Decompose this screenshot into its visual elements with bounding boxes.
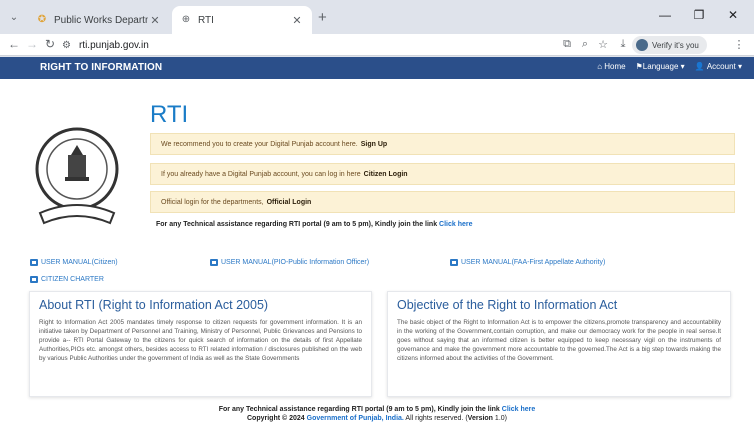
page-title: RTI xyxy=(150,101,189,128)
tab-close-icon[interactable]: ✕ xyxy=(290,14,304,27)
citizen-charter-link[interactable]: CITIZEN CHARTER xyxy=(30,276,104,283)
browser-menu-icon[interactable]: ⋮ xyxy=(732,38,746,51)
notice-text: We recommend you to create your Digital … xyxy=(161,140,358,148)
signup-link[interactable]: Sign Up xyxy=(361,141,387,148)
site-brand[interactable]: RIGHT TO INFORMATION xyxy=(40,62,162,73)
manual-label: USER MANUAL(Citizen) xyxy=(41,259,118,266)
browser-tab-pwd[interactable]: ✪ Public Works Department, Pun ✕ xyxy=(28,6,170,34)
manual-citizen-link[interactable]: USER MANUAL(Citizen) xyxy=(30,259,118,266)
nav-home[interactable]: ⌂ Home xyxy=(597,62,625,71)
restore-icon[interactable]: ❐ xyxy=(684,8,714,22)
document-icon xyxy=(30,259,38,266)
tab-title: Public Works Department, Pun xyxy=(54,14,148,26)
address-bar[interactable]: ⚙ rti.punjab.gov.in xyxy=(62,36,552,54)
footer-copyright: Copyright © 2024 xyxy=(247,415,305,422)
manual-label: USER MANUAL(FAA-First Appellate Authorit… xyxy=(461,259,606,266)
verify-label: Verify it's you xyxy=(652,40,699,50)
document-icon xyxy=(450,259,458,266)
tech-assistance-text: For any Technical assistance regarding R… xyxy=(156,221,473,228)
nav-account[interactable]: 👤 Account ▾ xyxy=(695,62,742,71)
rti-favicon-icon: ⊕ xyxy=(181,14,191,25)
about-rti-card: About RTI (Right to Information Act 2005… xyxy=(29,291,372,397)
notice-official-login: Official login for the departments, Offi… xyxy=(150,191,735,213)
tab-close-icon[interactable]: ✕ xyxy=(148,14,162,27)
document-icon xyxy=(30,276,38,283)
caret-down-icon: ▾ xyxy=(737,62,742,71)
official-login-link[interactable]: Official Login xyxy=(267,199,312,206)
reload-icon[interactable]: ↻ xyxy=(42,37,58,51)
nav-home-label: Home xyxy=(604,62,626,71)
new-tab-icon[interactable]: + xyxy=(318,9,327,26)
browser-tab-rti[interactable]: ⊕ RTI ✕ xyxy=(172,6,312,34)
tab-title: RTI xyxy=(198,14,214,26)
footer-version: 1.0 xyxy=(494,415,505,422)
profile-verify-button[interactable]: Verify it's you xyxy=(632,36,707,54)
install-app-icon[interactable]: ⧉ xyxy=(560,38,574,51)
manual-label: USER MANUAL(PIO-Public Information Offic… xyxy=(221,259,370,266)
footer-org-link[interactable]: Government of Punjab, India. xyxy=(307,415,404,422)
avatar xyxy=(636,39,648,51)
footer: For any Technical assistance regarding R… xyxy=(0,406,754,422)
notice-text: If you already have a Digital Punjab acc… xyxy=(161,170,361,178)
footer-close-paren: ) xyxy=(504,415,507,422)
flag-icon: ⚑ xyxy=(635,62,643,71)
notice-text: Official login for the departments, xyxy=(161,198,264,206)
bookmark-star-icon[interactable]: ☆ xyxy=(596,38,610,51)
tech-click-here-link[interactable]: Click here xyxy=(439,221,472,228)
footer-click-here-link[interactable]: Click here xyxy=(502,406,535,413)
home-icon: ⌂ xyxy=(597,62,603,71)
close-window-icon[interactable]: ✕ xyxy=(718,8,748,22)
citizen-login-link[interactable]: Citizen Login xyxy=(364,171,408,178)
pwd-favicon-icon: ✪ xyxy=(37,14,47,25)
browser-toolbar: ← → ↻ ⚙ rti.punjab.gov.in ⧉ ⌕ ☆ ⤓ Verify… xyxy=(0,34,754,56)
caret-down-icon: ▾ xyxy=(680,62,685,71)
about-rti-heading: About RTI (Right to Information Act 2005… xyxy=(39,298,269,312)
objective-body: The basic object of the Right to Informa… xyxy=(397,319,721,362)
manual-faa-link[interactable]: USER MANUAL(FAA-First Appellate Authorit… xyxy=(450,259,605,266)
document-icon xyxy=(210,259,218,266)
nav-language-label: Language xyxy=(642,62,679,71)
url-text: rti.punjab.gov.in xyxy=(78,39,149,51)
site-navbar: RIGHT TO INFORMATION ⌂ Home ⚑Language ▾ … xyxy=(0,57,754,79)
forward-icon[interactable]: → xyxy=(24,37,40,51)
minimize-icon[interactable]: — xyxy=(650,8,680,22)
footer-rights: All rights reserved. ( xyxy=(405,415,468,422)
notice-signup: We recommend you to create your Digital … xyxy=(150,133,735,155)
objective-card: Objective of the Right to Information Ac… xyxy=(387,291,731,397)
page-content: RTI We recommend you to create your Digi… xyxy=(0,79,754,438)
site-info-icon[interactable]: ⚙ xyxy=(62,40,71,51)
nav-language[interactable]: ⚑Language ▾ xyxy=(636,62,685,71)
download-icon[interactable]: ⤓ xyxy=(616,38,630,51)
objective-heading: Objective of the Right to Information Ac… xyxy=(397,298,618,312)
browser-tab-strip: ⌄ ✪ Public Works Department, Pun ✕ ⊕ RTI… xyxy=(0,0,754,34)
manual-pio-link[interactable]: USER MANUAL(PIO-Public Information Offic… xyxy=(210,259,369,266)
tech-assist-label: For any Technical assistance regarding R… xyxy=(156,221,438,228)
punjab-emblem-logo xyxy=(35,127,119,225)
tab-search-icon[interactable]: ⌄ xyxy=(6,10,22,26)
nav-account-label: Account xyxy=(706,62,736,71)
footer-tech-text: For any Technical assistance regarding R… xyxy=(218,406,500,413)
zoom-icon[interactable]: ⌕ xyxy=(578,38,592,51)
footer-version-label: Version xyxy=(467,415,493,422)
about-rti-body: Right to Information Act 2005 mandates t… xyxy=(39,319,362,362)
notice-citizen-login: If you already have a Digital Punjab acc… xyxy=(150,163,735,185)
user-icon: 👤 xyxy=(694,62,705,71)
back-icon[interactable]: ← xyxy=(6,37,22,51)
manual-label: CITIZEN CHARTER xyxy=(41,276,104,283)
